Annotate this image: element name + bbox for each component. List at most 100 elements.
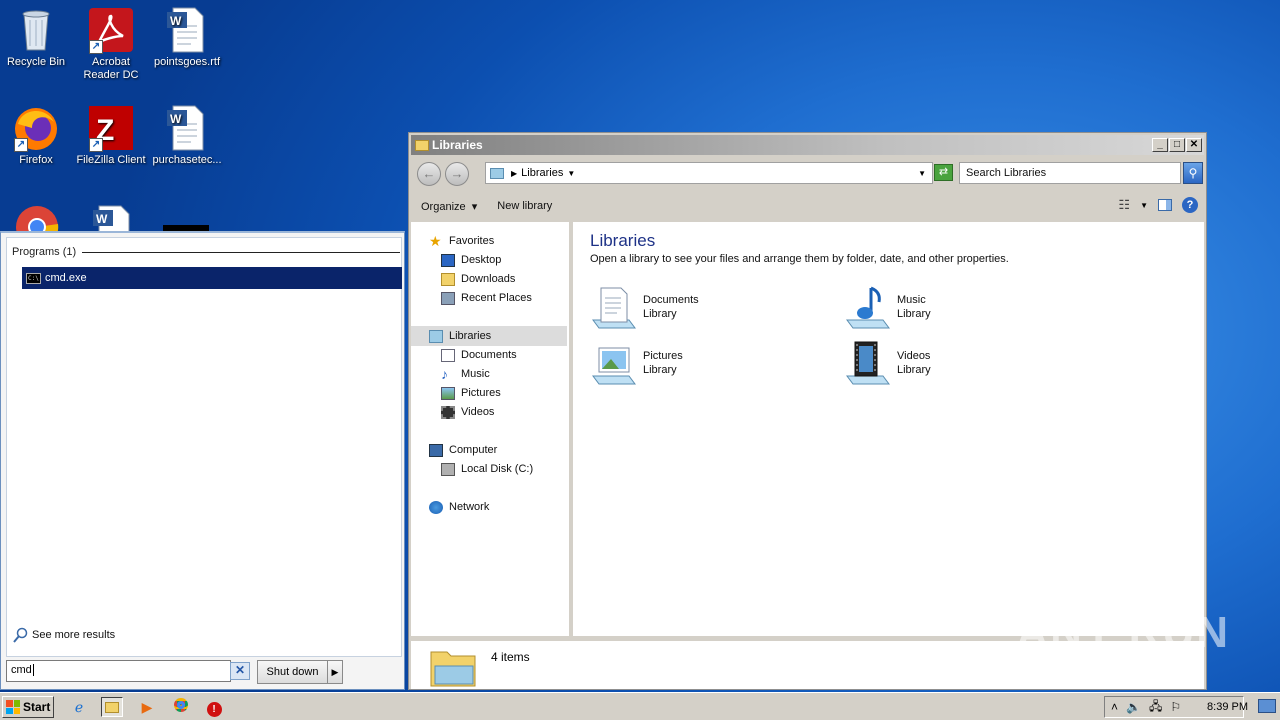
nav-label: Videos xyxy=(461,406,495,418)
desktop-icon-label: Recycle Bin xyxy=(6,56,66,68)
shortcut-arrow-icon: ↗ xyxy=(89,138,103,152)
start-button[interactable]: Start xyxy=(2,696,54,718)
nav-favorites[interactable]: ★ Favorites xyxy=(429,232,494,250)
nav-local-disk[interactable]: Local Disk (C:) xyxy=(441,460,533,478)
nav-recent-places[interactable]: Recent Places xyxy=(441,289,532,307)
nav-computer[interactable]: Computer xyxy=(429,441,497,459)
action-center-flag-icon[interactable]: ⚐ xyxy=(1170,700,1181,714)
clock[interactable]: 8:39 PM xyxy=(1207,701,1248,713)
search-result-cmd[interactable]: C:\ cmd.exe xyxy=(22,267,402,289)
desktop-icon-label: FileZilla Client xyxy=(76,154,146,166)
help-icon[interactable]: ? xyxy=(1182,197,1198,213)
desktop-icon-acrobat[interactable]: ↗ Acrobat Reader DC xyxy=(73,6,149,82)
minimize-button[interactable]: _ xyxy=(1152,138,1168,152)
nav-label: Computer xyxy=(449,444,498,456)
folder-icon xyxy=(105,702,119,713)
nav-music[interactable]: ♪ Music xyxy=(441,365,490,383)
chrome-icon[interactable] xyxy=(170,697,192,717)
breadcrumb-arrow-icon[interactable]: ▶ xyxy=(511,169,517,178)
volume-icon[interactable]: 🔈 xyxy=(1126,700,1141,714)
recycle-bin-icon xyxy=(12,6,60,54)
library-name: Pictures xyxy=(643,350,683,362)
svg-text:W: W xyxy=(96,212,108,226)
shutdown-label: Shut down xyxy=(258,661,328,683)
nav-network[interactable]: Network xyxy=(429,498,489,516)
address-history-dropdown[interactable]: ▼ xyxy=(918,169,926,178)
chevron-down-icon[interactable]: ▼ xyxy=(1140,201,1148,210)
preview-pane-icon[interactable] xyxy=(1158,199,1172,211)
nav-label: Pictures xyxy=(461,387,501,399)
explorer-taskbar-button[interactable] xyxy=(101,697,123,717)
nav-desktop[interactable]: Desktop xyxy=(441,251,501,269)
window-titlebar[interactable]: Libraries _ □ ✕ xyxy=(411,135,1204,155)
chrome-icon[interactable] xyxy=(14,204,60,231)
start-search-input[interactable]: cmd xyxy=(6,660,231,682)
nav-downloads[interactable]: Downloads xyxy=(441,270,515,288)
explorer-window: Libraries _ □ ✕ ← → ▶ Libraries ▼ ▼ ⇄ Se… xyxy=(408,132,1207,690)
show-hidden-icons-button[interactable]: ˄ xyxy=(1111,700,1118,714)
search-input[interactable]: Search Libraries xyxy=(959,162,1181,184)
word-document-icon[interactable]: W xyxy=(89,204,135,231)
network-icon xyxy=(429,500,443,514)
documents-library-icon xyxy=(589,284,637,330)
refresh-button[interactable]: ⇄ xyxy=(934,164,953,181)
documents-icon xyxy=(441,348,455,362)
maximize-button[interactable]: □ xyxy=(1169,138,1185,152)
windows-logo-icon xyxy=(6,700,20,714)
forward-button[interactable]: → xyxy=(445,162,469,186)
nav-pictures[interactable]: Pictures xyxy=(441,384,501,402)
desktop-icon-firefox[interactable]: ↗ Firefox xyxy=(0,104,74,167)
word-document-icon: W xyxy=(163,104,211,152)
chevron-down-icon[interactable]: ▼ xyxy=(567,169,575,178)
desktop-icon-filezilla[interactable]: Z ↗ FileZilla Client xyxy=(73,104,149,167)
clear-search-button[interactable]: ✕ xyxy=(230,662,250,680)
taskbar: Start ℯ ▶ ! ˄ 🔈 🖧 ⚐ 8:39 PM xyxy=(0,692,1280,720)
shortcut-arrow-icon: ↗ xyxy=(14,138,28,152)
desktop-icon-recycle-bin[interactable]: Recycle Bin xyxy=(0,6,74,69)
nav-label: Music xyxy=(461,368,490,380)
navigation-pane: ★ Favorites Desktop Downloads Recent Plac… xyxy=(411,222,571,636)
see-more-results-link[interactable]: See more results xyxy=(13,627,115,643)
library-type: Library xyxy=(897,308,931,320)
library-videos[interactable]: Videos Library xyxy=(843,340,931,386)
search-result-label: cmd.exe xyxy=(45,272,87,284)
organize-button[interactable]: Organize ▾ xyxy=(411,200,487,213)
close-icon: ✕ xyxy=(234,663,246,677)
address-bar[interactable]: ▶ Libraries ▼ ▼ xyxy=(485,162,933,184)
library-music[interactable]: Music Library xyxy=(843,284,931,330)
close-button[interactable]: ✕ xyxy=(1186,138,1202,152)
show-desktop-button[interactable] xyxy=(1258,699,1276,713)
internet-explorer-icon[interactable]: ℯ xyxy=(68,697,90,717)
nav-libraries[interactable]: Libraries xyxy=(429,327,491,345)
library-documents[interactable]: Documents Library xyxy=(589,284,699,330)
search-icon: ⚲ xyxy=(1188,166,1198,180)
content-pane: Libraries Open a library to see your fil… xyxy=(573,222,1204,636)
desktop-icon-purchasetec[interactable]: W purchasetec... xyxy=(149,104,225,167)
word-document-icon: W xyxy=(163,6,211,54)
shortcut-arrow-icon: ↗ xyxy=(89,40,103,54)
stop-icon[interactable]: ! xyxy=(203,697,225,717)
desktop-icon-pointsgoes[interactable]: W pointsgoes.rtf xyxy=(149,6,225,69)
chevron-right-icon[interactable]: ▶ xyxy=(328,661,342,683)
nav-label: Downloads xyxy=(461,273,516,285)
library-name: Videos xyxy=(897,350,931,362)
shutdown-button[interactable]: Shut down ▶ xyxy=(257,660,343,684)
back-button[interactable]: ← xyxy=(417,162,441,186)
library-type: Library xyxy=(897,364,931,376)
media-player-icon[interactable]: ▶ xyxy=(136,697,158,717)
breadcrumb[interactable]: Libraries xyxy=(521,167,563,179)
libraries-icon xyxy=(429,329,443,343)
desktop-icon xyxy=(441,253,455,267)
network-tray-icon[interactable]: 🖧 xyxy=(1149,697,1162,718)
nav-documents[interactable]: Documents xyxy=(441,346,517,364)
music-library-icon xyxy=(843,284,891,330)
nav-videos[interactable]: Videos xyxy=(441,403,494,421)
library-pictures[interactable]: Pictures Library xyxy=(589,340,683,386)
acrobat-icon: ↗ xyxy=(87,6,135,54)
folder-icon xyxy=(415,139,429,151)
view-options-icon[interactable]: ☷ xyxy=(1118,197,1130,213)
search-value: cmd xyxy=(11,664,32,676)
search-button[interactable]: ⚲ xyxy=(1183,162,1203,184)
address-bar-row: ← → ▶ Libraries ▼ ▼ ⇄ Search Libraries ⚲ xyxy=(411,157,1204,189)
new-library-button[interactable]: New library xyxy=(487,200,562,212)
